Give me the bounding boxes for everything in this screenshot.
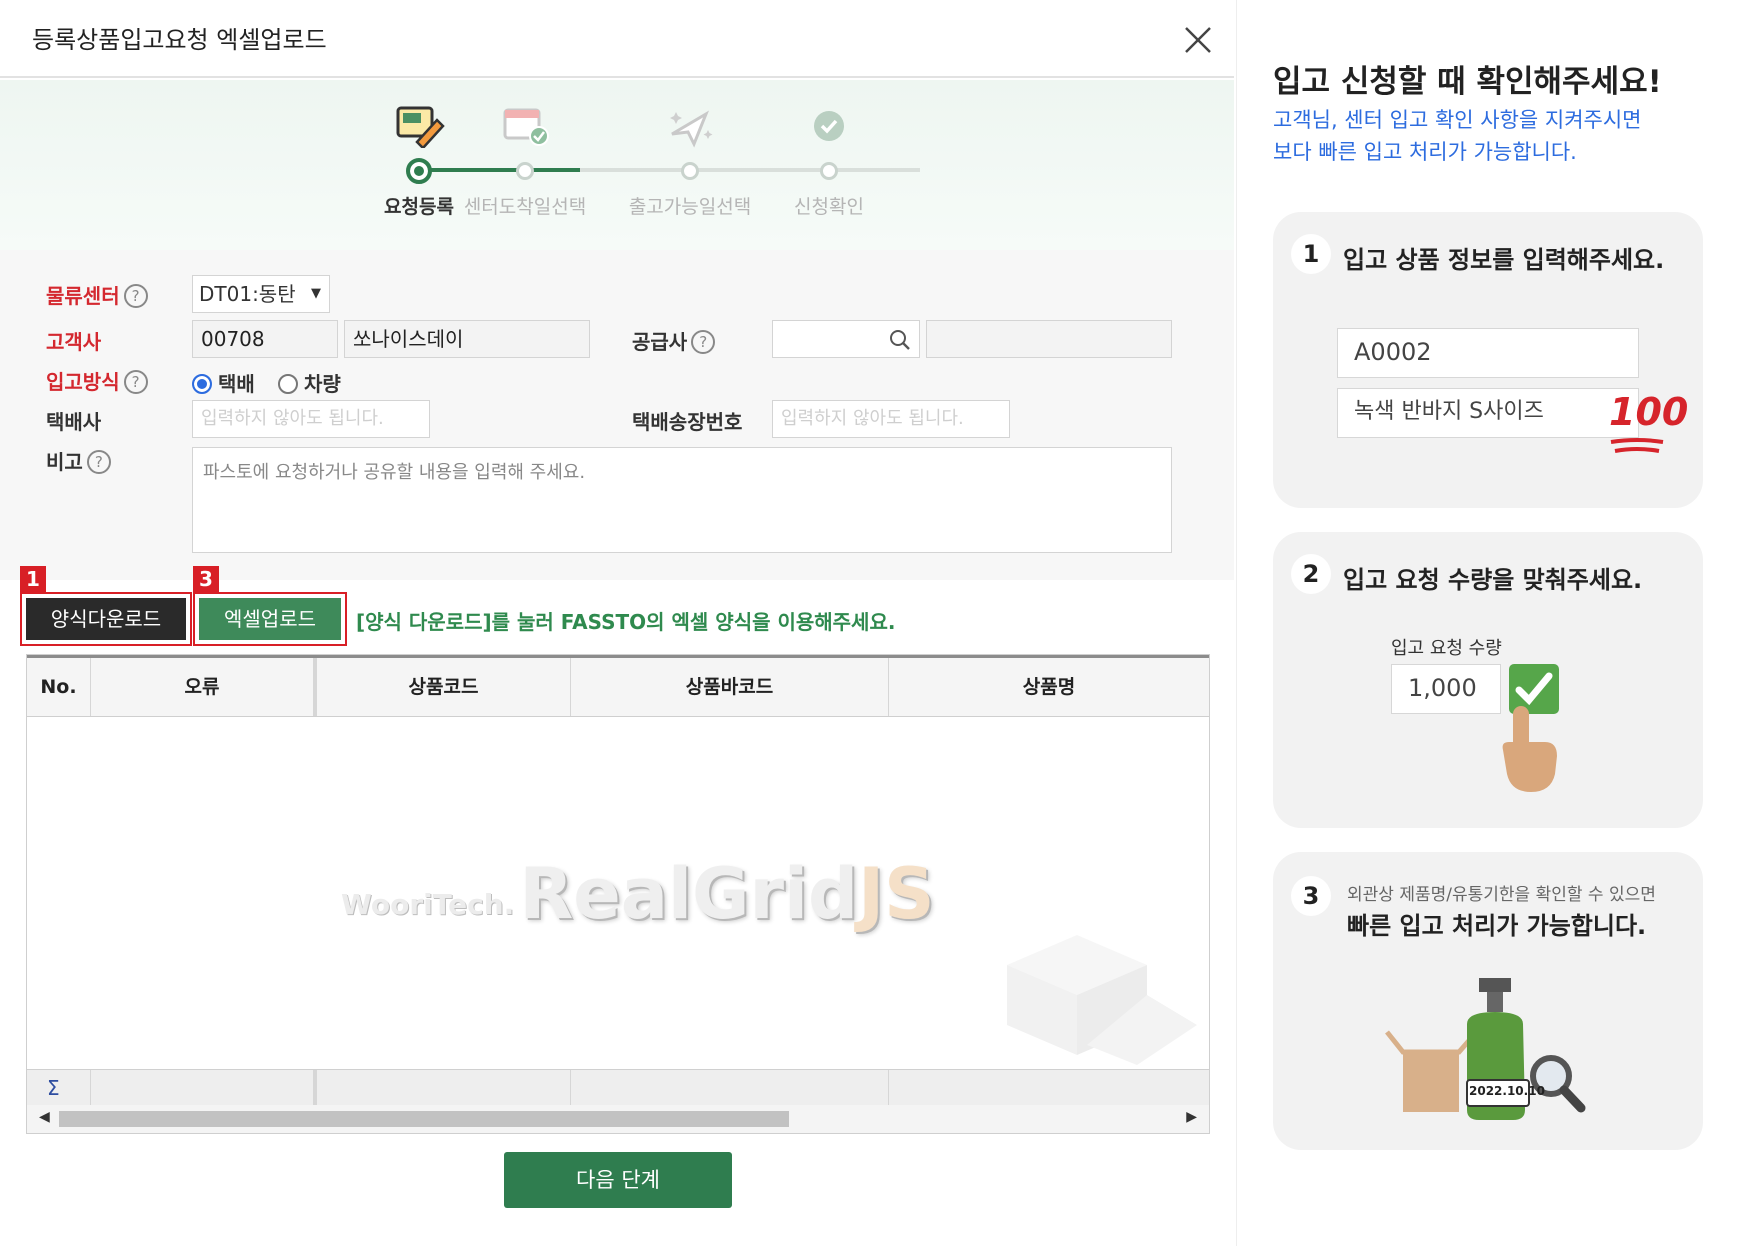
modal-header: 등록상품입고요청 엑셀업로드 (0, 0, 1234, 78)
grid-footer: Σ (27, 1069, 1209, 1106)
note-label: 비고? (46, 446, 111, 475)
example-name-field: 녹색 반바지 S사이즈 (1337, 388, 1639, 438)
box-watermark-icon (1007, 935, 1197, 1065)
supplier-label: 공급사? (632, 326, 716, 355)
card-number: 3 (1291, 876, 1331, 916)
step-label: 신청확인 (794, 196, 864, 218)
invoice-input[interactable]: 입력하지 않아도 됩니다. (772, 400, 1010, 438)
date-tag: 2022.10.10 (1469, 1084, 1545, 1098)
customer-name-field: 쏘나이스데이 (344, 320, 590, 358)
method-radio-parcel[interactable]: 택배 (192, 368, 255, 397)
grid-watermark: WooriTech. RealGridJS (341, 853, 935, 935)
card-text: 빠른 입고 처리가 가능합니다. (1347, 912, 1647, 940)
center-select[interactable]: DT01:동탄 ▼ (192, 275, 330, 313)
customer-code-field: 00708 (192, 320, 338, 358)
annotation-badge-3: 3 (193, 566, 219, 592)
footer-cell (317, 1070, 571, 1106)
footer-cell (91, 1070, 317, 1106)
scroll-left-icon[interactable]: ◀ (39, 1109, 50, 1125)
example-code-field: A0002 (1337, 328, 1639, 378)
column-header-code[interactable]: 상품코드 (317, 658, 571, 716)
note-textarea[interactable]: 파스토에 요청하거나 공유할 내용을 입력해 주세요. (192, 447, 1172, 553)
step-dot (820, 162, 838, 180)
excel-upload-button[interactable]: 엑셀업로드 (199, 598, 341, 640)
step-ship-date: 출고가능일선택 (610, 80, 770, 250)
next-step-button[interactable]: 다음 단계 (504, 1152, 732, 1208)
horizontal-scrollbar[interactable]: ◀ ▶ (27, 1105, 1209, 1133)
courier-input[interactable]: 입력하지 않아도 됩니다. (192, 400, 430, 438)
step-label: 센터도착일선택 (463, 196, 587, 218)
guide-subtitle: 고객님, 센터 입고 확인 사항을 지켜주시면 보다 빠른 입고 처리가 가능합… (1273, 108, 1642, 164)
check-circle-icon (814, 111, 844, 141)
step-dot (516, 162, 534, 180)
card-text-small: 외관상 제품명/유통기한을 확인할 수 있으면 (1347, 885, 1656, 905)
example-qty-field: 1,000 (1391, 664, 1501, 714)
upload-modal: 등록상품입고요청 엑셀업로드 요청등록 센터도착일선택 출고가능일선택 신청확인… (0, 0, 1234, 1246)
grid-header: No. 오류 상품코드 상품바코드 상품명 (27, 655, 1209, 717)
customer-label: 고객사 (46, 330, 102, 354)
supplier-name-field (926, 320, 1172, 358)
stamp-underline-icon (1610, 438, 1664, 453)
column-header-no[interactable]: No. (27, 658, 91, 716)
upload-grid[interactable]: No. 오류 상품코드 상품바코드 상품명 WooriTech. RealGri… (26, 654, 1210, 1134)
help-icon[interactable]: ? (123, 284, 148, 308)
radio-checked[interactable] (192, 374, 212, 394)
annotation-badge-1: 1 (20, 566, 46, 592)
plane-icon (670, 110, 713, 148)
template-download-button[interactable]: 양식다운로드 (26, 598, 186, 640)
method-radio-vehicle[interactable]: 차량 (278, 368, 341, 397)
step-indicator: 요청등록 센터도착일선택 출고가능일선택 신청확인 (0, 80, 1234, 250)
column-header-name[interactable]: 상품명 (889, 658, 1209, 716)
step-dot (406, 158, 432, 184)
card-number: 1 (1291, 234, 1331, 274)
hand-pointer-icon (1502, 706, 1557, 792)
product-inspection-icon (1385, 978, 1586, 1120)
radio-unchecked[interactable] (278, 374, 298, 394)
page-root: 등록상품입고요청 엑셀업로드 요청등록 센터도착일선택 출고가능일선택 신청확인… (0, 0, 1740, 1246)
guide-card-2: 2 입고 요청 수량을 맞춰주세요. 입고 요청 수량 1,000 (1273, 532, 1703, 828)
upload-hint: [양식 다운로드]를 눌러 FASSTO의 엑셀 양식을 이용해주세요. (356, 610, 896, 634)
guide-title: 입고 신청할 때 확인해주세요! (1273, 64, 1662, 100)
card-number: 2 (1291, 554, 1331, 594)
calendar-check-icon (503, 108, 549, 146)
search-icon[interactable] (889, 329, 911, 351)
step-dot (681, 162, 699, 180)
edit-form-icon (396, 106, 445, 148)
invoice-label: 택배송장번호 (632, 410, 743, 434)
help-icon[interactable]: ? (123, 370, 148, 394)
chevron-down-icon: ▼ (311, 286, 321, 301)
scrollbar-thumb[interactable] (59, 1111, 789, 1127)
guide-card-1: 1 입고 상품 정보를 입력해주세요. A0002 녹색 반바지 S사이즈 10… (1273, 212, 1703, 508)
column-header-barcode[interactable]: 상품바코드 (571, 658, 889, 716)
scroll-right-icon[interactable]: ▶ (1186, 1109, 1197, 1125)
card-text: 입고 요청 수량을 맞춰주세요. (1343, 566, 1643, 594)
stamp-100: 100 (1609, 390, 1689, 434)
center-label: 물류센터? (46, 280, 148, 309)
method-label: 입고방식? (46, 366, 148, 395)
step-label: 출고가능일선택 (628, 196, 752, 218)
help-icon[interactable]: ? (86, 450, 111, 474)
help-icon[interactable]: ? (691, 330, 716, 354)
column-header-error[interactable]: 오류 (91, 658, 317, 716)
qty-label: 입고 요청 수량 (1391, 638, 1502, 659)
close-icon[interactable] (1180, 22, 1216, 58)
modal-title: 등록상품입고요청 엑셀업로드 (32, 26, 327, 54)
supplier-search-input[interactable] (772, 320, 920, 358)
sigma-icon: Σ (47, 1076, 60, 1100)
step-center-date: 센터도착일선택 (445, 80, 605, 250)
card-text: 입고 상품 정보를 입력해주세요. (1343, 246, 1665, 274)
guide-panel: 입고 신청할 때 확인해주세요! 고객님, 센터 입고 확인 사항을 지켜주시면… (1236, 0, 1740, 1246)
step-confirm: 신청확인 (749, 80, 909, 250)
footer-cell (571, 1070, 889, 1106)
footer-cell: Σ (27, 1070, 91, 1106)
guide-card-3: 3 외관상 제품명/유통기한을 확인할 수 있으면 빠른 입고 처리가 가능합니… (1273, 852, 1703, 1150)
courier-label: 택배사 (46, 410, 102, 434)
